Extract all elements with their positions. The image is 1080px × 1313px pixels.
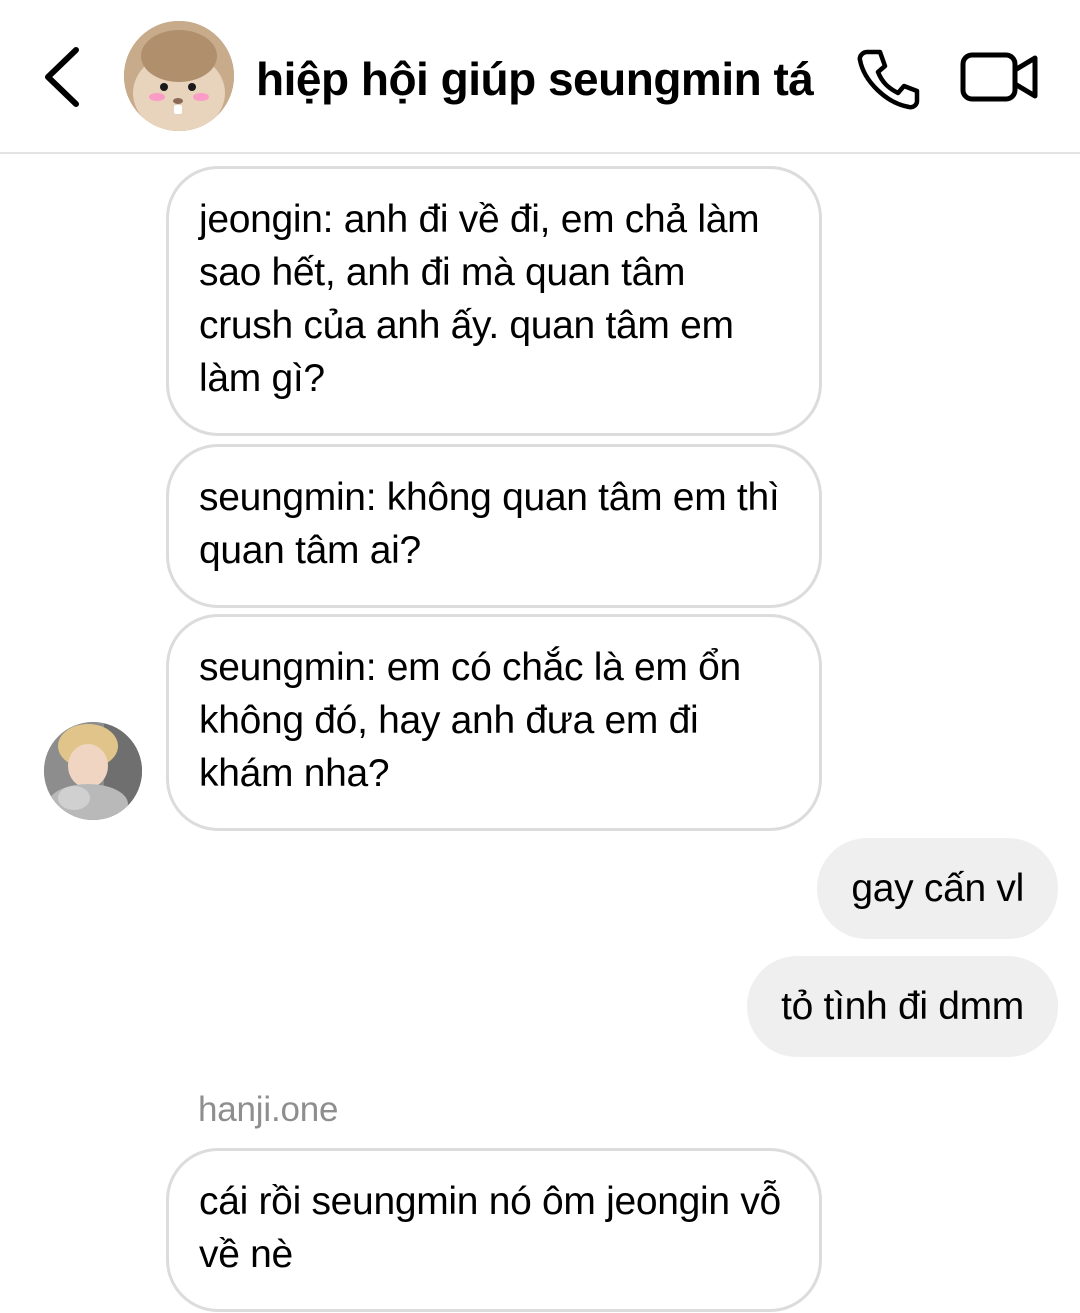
sender-avatar[interactable]	[44, 722, 142, 820]
video-call-button[interactable]	[960, 50, 1040, 104]
video-camera-icon	[960, 52, 1038, 102]
group-avatar[interactable]	[124, 21, 234, 131]
profile-photo-image	[44, 722, 142, 820]
incoming-message[interactable]: seungmin: không quan tâm em thì quan tâm…	[166, 444, 822, 608]
outgoing-message[interactable]: tỏ tình đi dmm	[747, 956, 1058, 1057]
back-button[interactable]	[38, 44, 88, 110]
chat-title[interactable]: hiệp hội giúp seungmin tá..	[256, 50, 816, 108]
incoming-message[interactable]: seungmin: em có chắc là em ổn không đó, …	[166, 614, 822, 831]
phone-icon	[857, 49, 920, 110]
chat-header: hiệp hội giúp seungmin tá..	[0, 0, 1080, 154]
voice-call-button[interactable]	[856, 48, 920, 110]
chevron-left-icon	[45, 47, 79, 107]
incoming-message[interactable]: jeongin: anh đi về đi, em chả làm sao hế…	[166, 166, 822, 436]
outgoing-message[interactable]: gay cấn vl	[817, 838, 1058, 939]
sender-name: hanji.one	[198, 1090, 339, 1129]
hamster-avatar-image	[124, 21, 234, 131]
incoming-message[interactable]: cái rồi seungmin nó ôm jeongin vỗ về nè	[166, 1148, 822, 1312]
